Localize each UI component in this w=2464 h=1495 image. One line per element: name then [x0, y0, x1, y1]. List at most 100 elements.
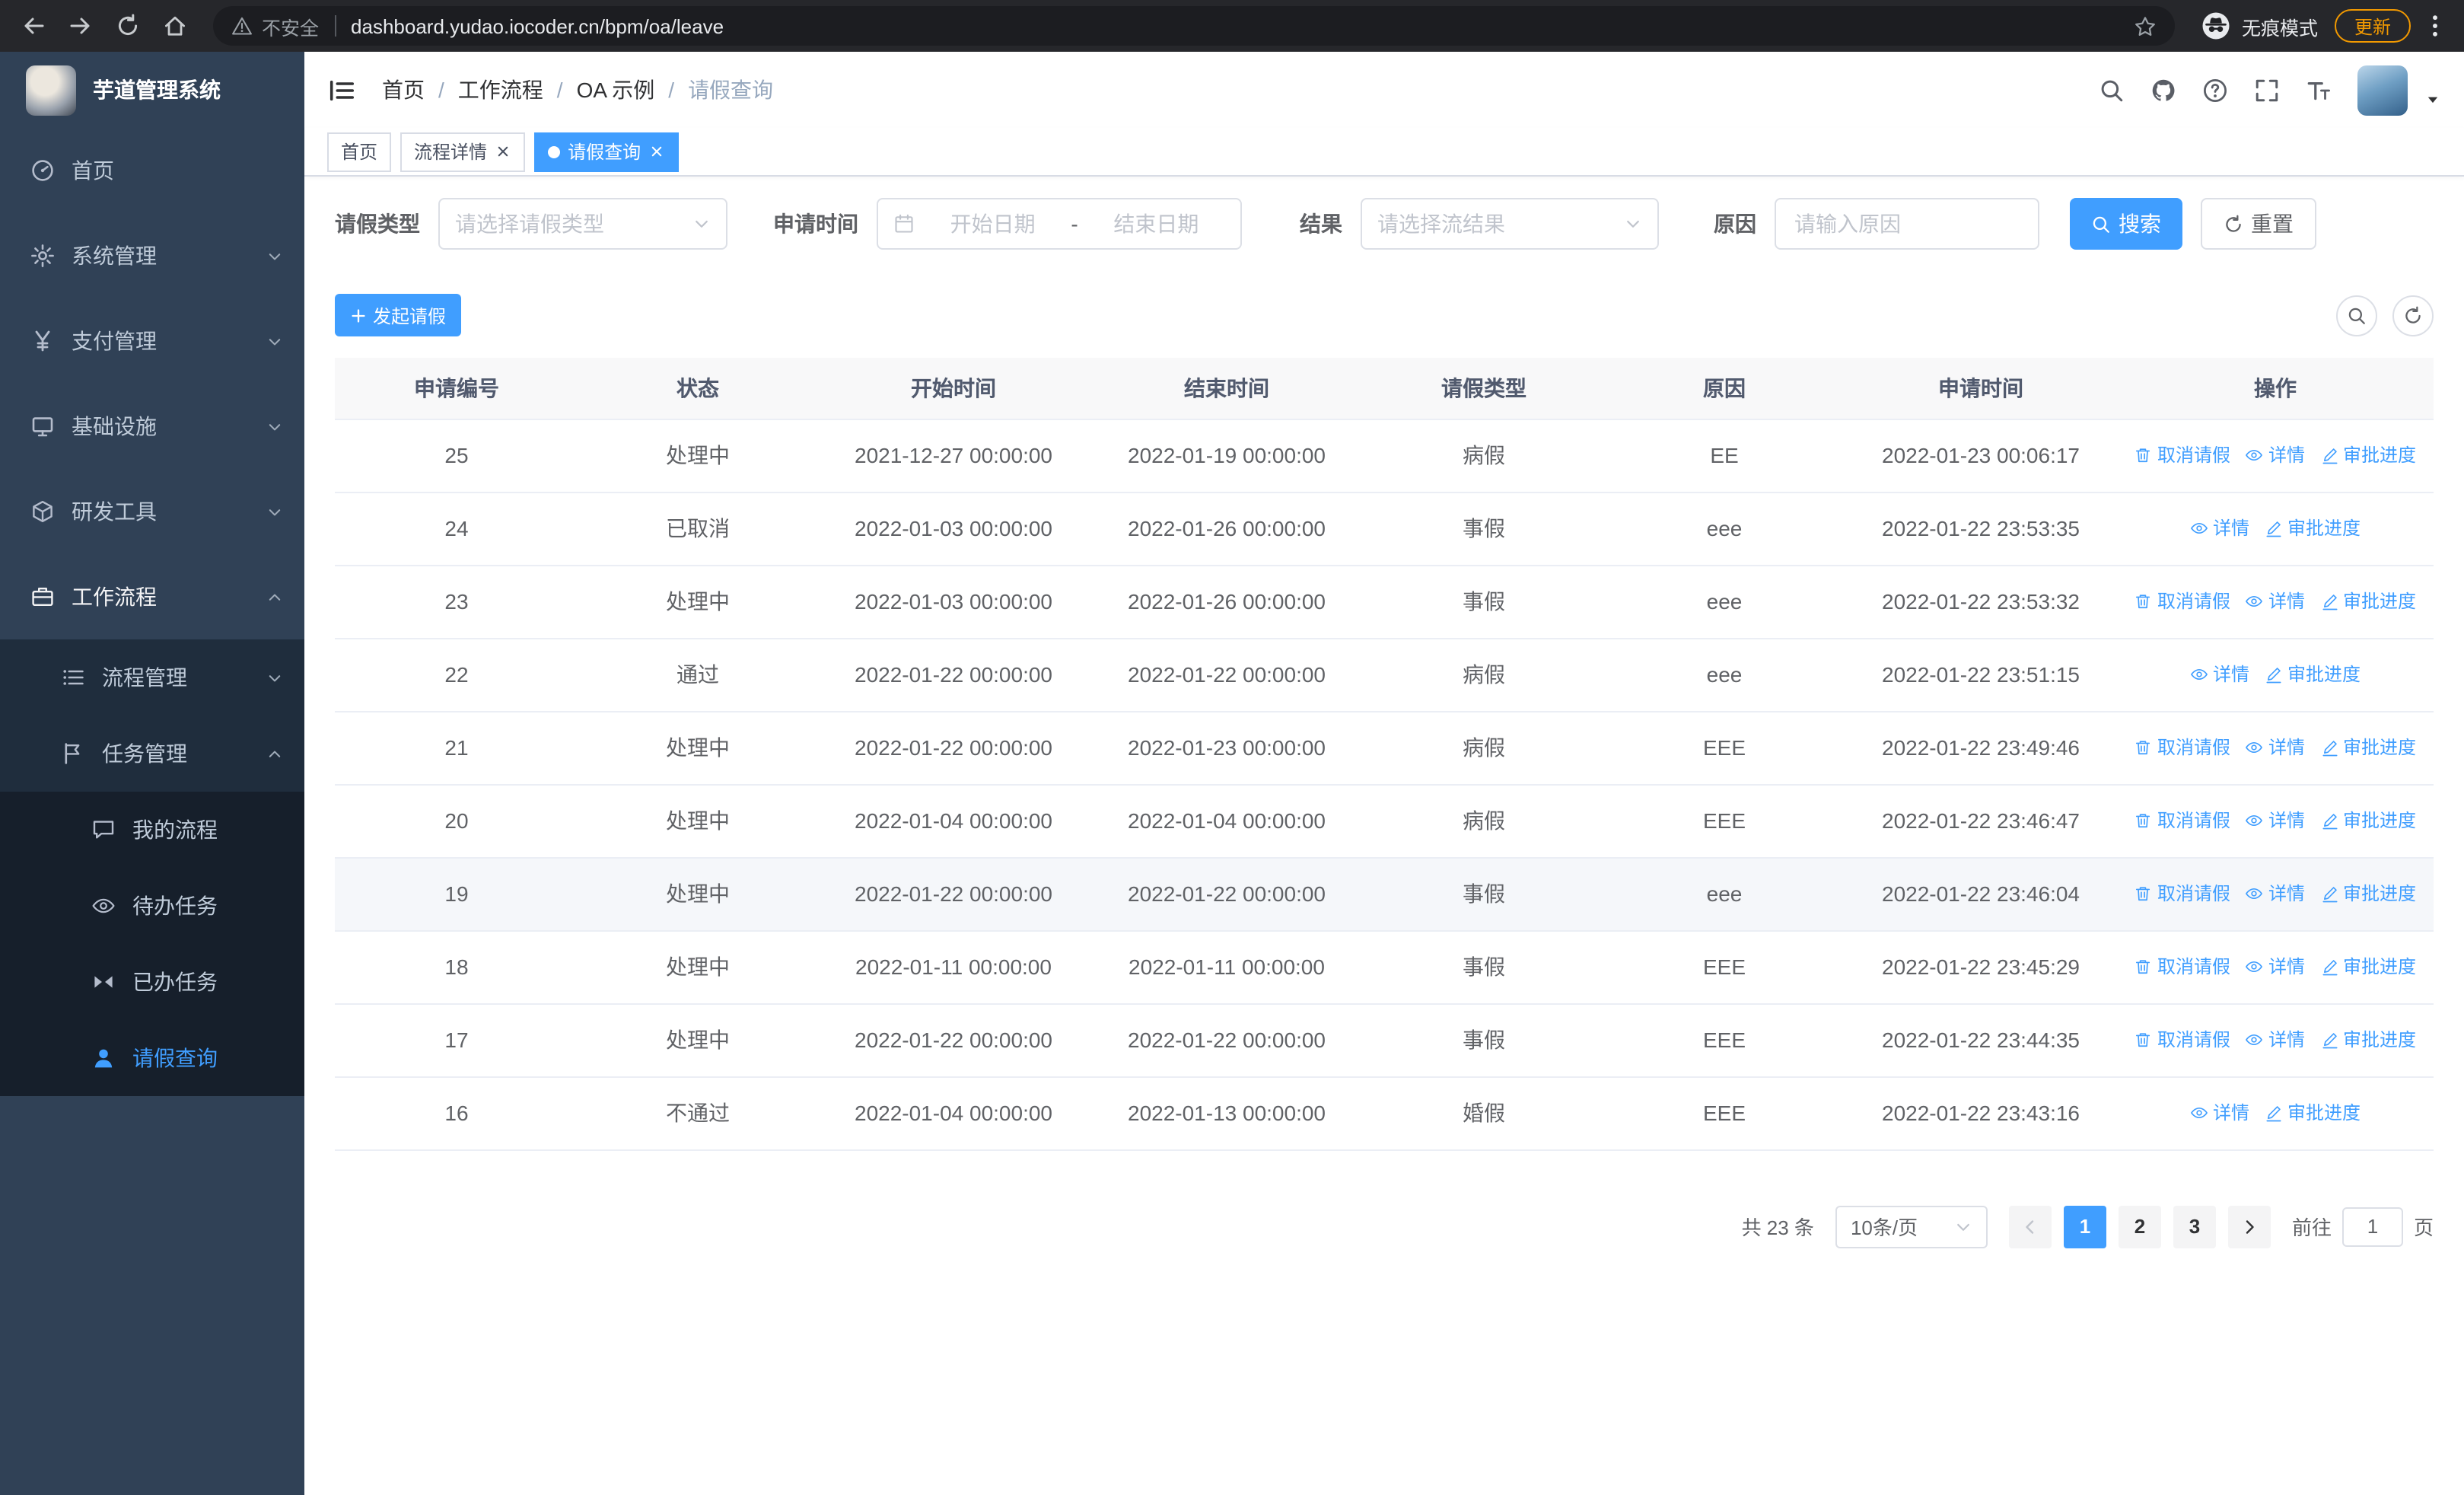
cancel-leave-button[interactable]: 取消请假	[2135, 735, 2230, 760]
detail-button[interactable]: 详情	[2190, 661, 2249, 687]
cell-status: 处理中	[578, 1003, 817, 1077]
detail-button[interactable]: 详情	[2246, 588, 2305, 614]
detail-button[interactable]: 详情	[2246, 1027, 2305, 1053]
approval-progress-button[interactable]: 审批进度	[2320, 1027, 2416, 1053]
sidebar-item-infrastructure[interactable]: 基础设施	[0, 384, 304, 469]
fullscreen-icon[interactable]	[2254, 77, 2280, 103]
approval-progress-button[interactable]: 审批进度	[2265, 661, 2361, 687]
approval-progress-button[interactable]: 审批进度	[2320, 442, 2416, 468]
browser-reload-button[interactable]	[110, 8, 146, 44]
approval-progress-button[interactable]: 审批进度	[2265, 1100, 2361, 1126]
hamburger-icon[interactable]	[327, 75, 356, 104]
cancel-leave-button[interactable]: 取消请假	[2135, 881, 2230, 907]
goto-page-input[interactable]	[2341, 1207, 2403, 1246]
action-label: 取消请假	[2157, 810, 2230, 832]
page-size-select[interactable]: 10条/页	[1835, 1205, 1988, 1248]
eye-icon	[2246, 592, 2264, 610]
url-text[interactable]: dashboard.yudao.iocoder.cn/bpm/oa/leave	[351, 14, 2134, 37]
approval-progress-button[interactable]: 审批进度	[2320, 735, 2416, 760]
browser-menu-icon[interactable]	[2421, 12, 2449, 40]
refresh-table-button[interactable]	[2392, 295, 2434, 336]
cell-type: 事假	[1364, 492, 1604, 566]
reset-button[interactable]: 重置	[2201, 198, 2316, 250]
cell-status: 处理中	[578, 784, 817, 858]
security-label[interactable]: 不安全	[262, 11, 319, 40]
breadcrumb-item[interactable]: 工作流程	[458, 75, 543, 105]
tab-close-icon[interactable]	[648, 143, 665, 160]
sidebar-item-dev-tools[interactable]: 研发工具	[0, 469, 304, 554]
sidebar-item-task-management[interactable]: 任务管理	[0, 716, 304, 792]
browser-back-button[interactable]	[15, 8, 52, 44]
font-size-icon[interactable]	[2306, 77, 2332, 103]
action-label: 详情	[2268, 1029, 2305, 1051]
detail-button[interactable]: 详情	[2190, 1100, 2249, 1126]
detail-button[interactable]: 详情	[2190, 515, 2249, 541]
sidebar-item-workflow[interactable]: 工作流程	[0, 554, 304, 639]
cancel-leave-button[interactable]: 取消请假	[2135, 1027, 2230, 1053]
browser-home-button[interactable]	[157, 8, 193, 44]
breadcrumb-item[interactable]: 首页	[382, 75, 425, 105]
search-icon[interactable]	[2099, 77, 2125, 103]
range-separator: -	[1071, 212, 1078, 236]
app-logo[interactable]: 芋道管理系统	[0, 52, 304, 128]
detail-button[interactable]: 详情	[2246, 735, 2305, 760]
sidebar-item-system-management[interactable]: 系统管理	[0, 213, 304, 298]
sidebar-item-done-tasks[interactable]: 已办任务	[0, 944, 304, 1020]
breadcrumb-item[interactable]: OA 示例	[577, 75, 655, 105]
tab-process-detail[interactable]: 流程详情	[400, 132, 526, 171]
sidebar-item-todo-tasks[interactable]: 待办任务	[0, 868, 304, 944]
cancel-leave-button[interactable]: 取消请假	[2135, 588, 2230, 614]
detail-button[interactable]: 详情	[2246, 954, 2305, 980]
detail-button[interactable]: 详情	[2246, 808, 2305, 834]
user-avatar[interactable]	[2357, 65, 2408, 115]
cell-id: 24	[335, 492, 578, 566]
leave-type-select[interactable]: 请选择请假类型	[438, 198, 727, 250]
detail-button[interactable]: 详情	[2246, 442, 2305, 468]
cancel-leave-button[interactable]: 取消请假	[2135, 808, 2230, 834]
cell-end: 2022-01-22 00:00:00	[1090, 857, 1364, 931]
address-bar[interactable]: 不安全 dashboard.yudao.iocoder.cn/bpm/oa/le…	[213, 6, 2175, 46]
approval-progress-button[interactable]: 审批进度	[2320, 954, 2416, 980]
start-date-placeholder: 开始日期	[950, 212, 1036, 236]
page-button-3[interactable]: 3	[2173, 1205, 2216, 1248]
cell-end: 2022-01-26 00:00:00	[1090, 492, 1364, 566]
approval-progress-button[interactable]: 审批进度	[2320, 808, 2416, 834]
cell-reason: EEE	[1604, 1003, 1845, 1077]
toggle-search-button[interactable]	[2336, 295, 2377, 336]
cell-start: 2022-01-22 00:00:00	[817, 1003, 1090, 1077]
tab-close-icon[interactable]	[495, 143, 511, 160]
detail-button[interactable]: 详情	[2246, 881, 2305, 907]
cancel-leave-button[interactable]: 取消请假	[2135, 442, 2230, 468]
reason-input[interactable]	[1775, 198, 2039, 250]
tab-home[interactable]: 首页	[327, 132, 392, 171]
approval-progress-button[interactable]: 审批进度	[2265, 515, 2361, 541]
page-button-2[interactable]: 2	[2118, 1205, 2161, 1248]
approval-progress-button[interactable]: 审批进度	[2320, 588, 2416, 614]
cell-type: 事假	[1364, 565, 1604, 639]
search-button-label: 搜索	[2119, 212, 2161, 236]
result-select[interactable]: 请选择流结果	[1361, 198, 1659, 250]
cancel-leave-button[interactable]: 取消请假	[2135, 954, 2230, 980]
browser-update-button[interactable]: 更新	[2334, 9, 2411, 43]
apply-time-range-picker[interactable]: 开始日期 - 结束日期	[877, 198, 1242, 250]
sidebar-item-my-process[interactable]: 我的流程	[0, 792, 304, 868]
next-page-button[interactable]	[2227, 1205, 2271, 1248]
edit-icon	[2320, 958, 2338, 976]
create-leave-button[interactable]: 发起请假	[335, 294, 462, 336]
sidebar-item-leave-query[interactable]: 请假查询	[0, 1020, 304, 1096]
sidebar-item-process-management[interactable]: 流程管理	[0, 639, 304, 716]
caret-down-icon[interactable]	[2424, 91, 2441, 107]
prev-page-button[interactable]	[2008, 1205, 2052, 1248]
help-icon[interactable]	[2202, 77, 2228, 103]
tab-leave-query[interactable]: 请假查询	[534, 132, 680, 171]
github-icon[interactable]	[2150, 77, 2176, 103]
cell-reason: eee	[1604, 638, 1845, 712]
bookmark-star-icon[interactable]	[2134, 14, 2157, 37]
cell-applied: 2022-01-22 23:46:47	[1845, 784, 2117, 858]
approval-progress-button[interactable]: 审批进度	[2320, 881, 2416, 907]
sidebar-item-home[interactable]: 首页	[0, 128, 304, 213]
browser-forward-button[interactable]	[62, 8, 99, 44]
search-button[interactable]: 搜索	[2070, 198, 2182, 250]
page-button-1[interactable]: 1	[2063, 1205, 2106, 1248]
sidebar-item-payment-management[interactable]: 支付管理	[0, 298, 304, 384]
